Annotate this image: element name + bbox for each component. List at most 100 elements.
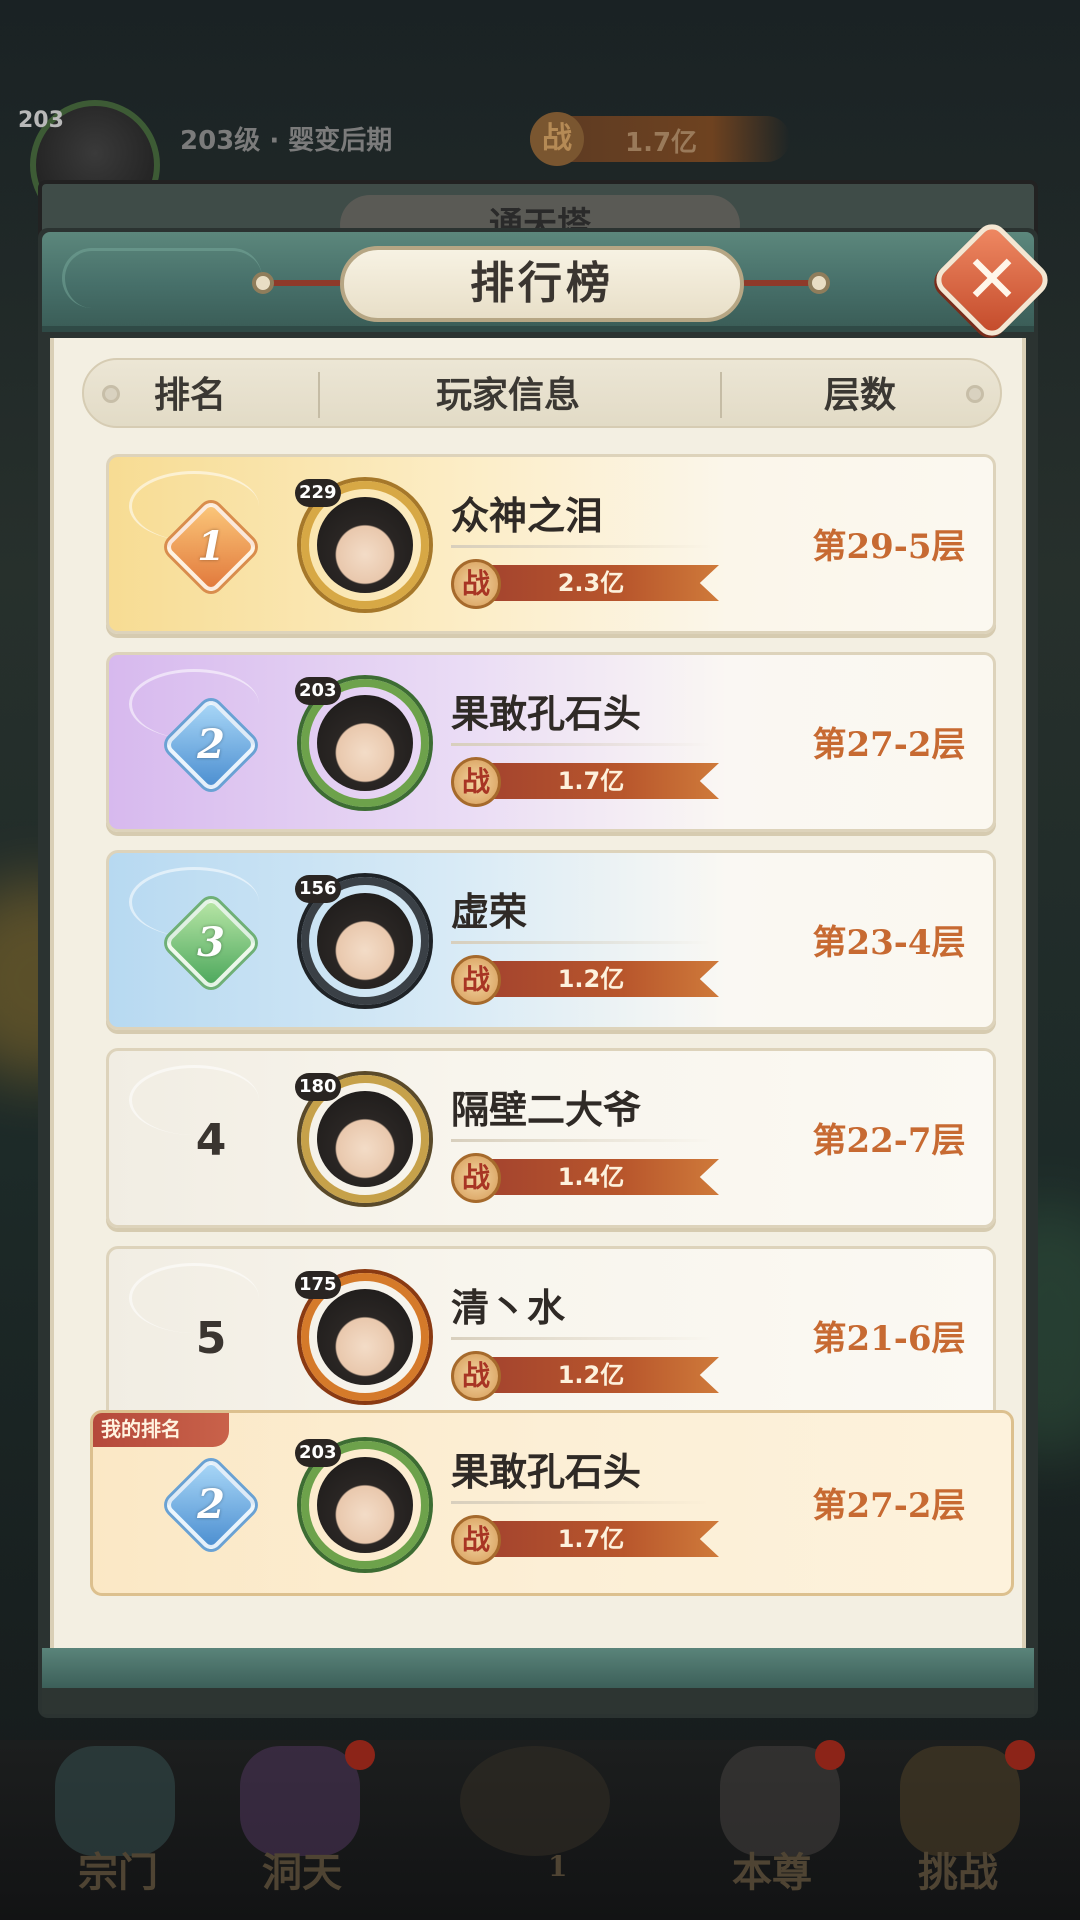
power-icon: 战 [451,955,501,1005]
power-bar: 战 1.7亿 [451,1515,721,1565]
center-compass-icon[interactable] [460,1746,610,1856]
title-knot-left [252,272,274,294]
cloud-ornament-icon [62,248,262,308]
nav-sect[interactable]: 宗门 [78,1840,158,1898]
player-avatar[interactable]: 203 [295,673,435,813]
name-divider [451,1501,711,1504]
power-value: 1.7亿 [557,1525,625,1553]
hud-power-value: 1.7亿 [625,128,698,158]
floor-value: 第29-5层 [812,527,966,567]
power-bar: 战 1.7亿 [451,757,721,807]
floor-value: 第27-2层 [812,725,966,765]
nav-center-count: 1 [548,1850,568,1883]
leaderboard-row[interactable]: 4 180 隔壁二大爷 战 1.4亿 第22-7层 [106,1048,996,1228]
rank-badge-blue-icon: 2 [162,696,260,794]
power-bar: 战 1.2亿 [451,955,721,1005]
power-icon: 战 [451,559,501,609]
player-level: 203 [295,677,341,705]
column-header: 排名 玩家信息 层数 [82,358,1002,428]
player-name: 隔壁二大爷 [451,1087,642,1132]
rank-badge-green-icon: 3 [162,894,260,992]
power-value: 1.4亿 [557,1163,625,1191]
power-value: 1.7亿 [557,767,625,795]
nav-self[interactable]: 本尊 [732,1840,812,1898]
power-icon: 战 [451,1153,501,1203]
player-name: 虚荣 [451,889,528,934]
avatar-portrait [317,1289,413,1385]
power-bar: 战 1.2亿 [451,1351,721,1401]
leaderboard-modal: 排行榜 ✕ 排名 玩家信息 层数 1 229 众神之泪 战 2.3亿 第29-5… [38,217,1055,1718]
ornament-dot-icon [966,385,984,403]
floor-value: 第23-4层 [812,923,966,963]
player-avatar[interactable]: 175 [295,1267,435,1407]
avatar-portrait [317,893,413,989]
power-bar: 战 1.4亿 [451,1153,721,1203]
rank-number: 5 [195,1313,227,1364]
name-divider [451,941,711,944]
rank-badge-blue-icon: 2 [162,1456,260,1554]
avatar-portrait [317,695,413,791]
title-knot-right [808,272,830,294]
column-divider [318,372,320,418]
modal-title: 排行榜 [340,246,744,322]
player-name: 果敢孔石头 [451,1449,642,1494]
top-hud: 203 203级 · 婴变后期 战 1.7亿 [0,90,1080,230]
player-avatar[interactable]: 229 [295,475,435,615]
player-level: 229 [295,479,341,507]
player-avatar[interactable]: 180 [295,1069,435,1209]
power-value: 1.2亿 [557,1361,625,1389]
power-icon: 战 [451,1351,501,1401]
ornament-dot-icon [102,385,120,403]
avatar-portrait [317,497,413,593]
rank-badge-gold-icon: 1 [162,498,260,596]
player-level-badge: 203 [18,108,64,133]
player-level: 156 [295,875,341,903]
rank-number: 2 [197,721,225,768]
close-icon[interactable]: ✕ [954,242,1030,318]
player-avatar[interactable]: 156 [295,871,435,1011]
bottom-nav: 宗门 洞天 1 本尊 挑战 [0,1740,1080,1920]
player-level: 175 [295,1271,341,1299]
nav-badge-icon [815,1740,845,1770]
modal-body: 排名 玩家信息 层数 1 229 众神之泪 战 2.3亿 第29-5层 2 20… [50,338,1026,1648]
leaderboard-row[interactable]: 3 156 虚荣 战 1.2亿 第23-4层 [106,850,996,1030]
nav-cave[interactable]: 洞天 [262,1840,342,1898]
hud-power: 战 1.7亿 [530,112,790,166]
avatar-portrait [317,1457,413,1553]
player-name: 果敢孔石头 [451,691,642,736]
player-level: 203 [295,1439,341,1467]
leaderboard-row[interactable]: 1 229 众神之泪 战 2.3亿 第29-5层 [106,454,996,634]
power-value: 1.2亿 [557,965,625,993]
my-rank-tag: 我的排名 [93,1413,229,1447]
player-name: 清丶水 [451,1285,566,1330]
power-bar: 战 2.3亿 [451,559,721,609]
modal-footer [42,1648,1034,1688]
title-cord-left [262,280,342,286]
rank-number: 3 [197,919,225,966]
power-value: 2.3亿 [557,569,625,597]
leaderboard-row[interactable]: 5 175 清丶水 战 1.2亿 第21-6层 [106,1246,996,1426]
player-avatar[interactable]: 203 [295,1435,435,1575]
player-level: 180 [295,1073,341,1101]
player-level-title: 203级 · 婴变后期 [180,126,393,156]
column-player: 玩家信息 [436,374,581,416]
floor-value: 第22-7层 [812,1121,966,1161]
leaderboard-row[interactable]: 2 203 果敢孔石头 战 1.7亿 第27-2层 [106,652,996,832]
nav-challenge[interactable]: 挑战 [918,1840,998,1898]
column-rank: 排名 [154,374,227,416]
name-divider [451,1139,711,1142]
my-rank-row[interactable]: 我的排名 2 203 果敢孔石头 战 1.7亿 第27-2层 [90,1410,1014,1596]
name-divider [451,1337,711,1340]
rank-number: 1 [197,523,225,570]
rank-number: 4 [195,1115,227,1166]
power-icon: 战 [451,757,501,807]
modal-footer-edge [42,1688,1034,1714]
rank-number: 2 [197,1481,225,1528]
power-icon: 战 [530,112,584,166]
column-floors: 层数 [824,374,897,416]
avatar-portrait [317,1091,413,1187]
floor-value: 第27-2层 [812,1486,966,1526]
name-divider [451,743,711,746]
player-name: 众神之泪 [451,493,604,538]
modal-header: 排行榜 [42,232,1034,332]
